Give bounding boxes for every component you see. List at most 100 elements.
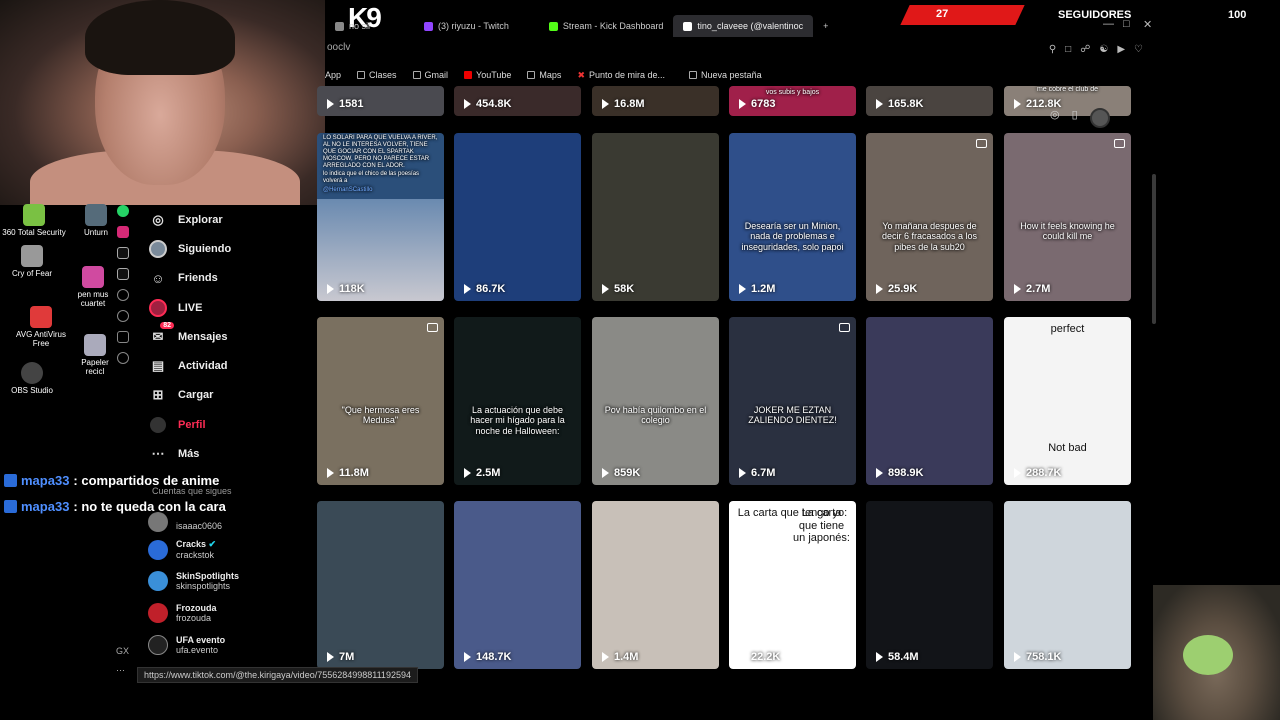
video-card[interactable]: 898.9K	[866, 317, 993, 485]
minimize-button[interactable]: —	[1103, 18, 1114, 30]
play-icon	[739, 284, 746, 294]
video-card[interactable]: How it feels knowing he could kill me 2.7…	[1004, 133, 1131, 301]
user-avatar[interactable]	[1089, 108, 1110, 128]
x-icon[interactable]	[117, 268, 129, 280]
whatsapp-icon[interactable]	[117, 205, 129, 217]
video-card[interactable]: Desearía ser un Minion, nada de problema…	[729, 133, 856, 301]
following-account-0[interactable]: isaaac0606	[148, 512, 222, 532]
send-icon[interactable]: ▶	[1117, 44, 1125, 55]
view-count: 1.2M	[739, 283, 775, 295]
video-card[interactable]: 758.1K	[1004, 501, 1131, 669]
gx-label[interactable]: GX	[116, 646, 129, 656]
nav-actividad[interactable]: ▤ Actividad	[148, 351, 318, 380]
video-card[interactable]: Yo mañana despues de decir 6 fracasados …	[866, 133, 993, 301]
nav-explorar[interactable]: ◎ Explorar	[148, 205, 318, 234]
chat-user: mapa33	[21, 499, 70, 514]
multi-photo-icon	[839, 323, 850, 332]
desktop-label: Papeler recicl	[81, 358, 109, 376]
view-count-text: 2.7M	[1026, 283, 1051, 295]
video-card[interactable]: 148.7K	[454, 501, 581, 669]
maximize-button[interactable]: □	[1123, 18, 1130, 30]
bookmark-maps[interactable]: Maps	[527, 70, 561, 80]
close-button[interactable]: ✕	[1143, 18, 1152, 31]
phone-icon[interactable]: ▯	[1072, 108, 1078, 128]
friends-icon: ☺	[151, 270, 165, 286]
video-card[interactable]: 454.8K	[454, 86, 581, 116]
video-card[interactable]: "Que hermosa eres Medusa" 11.8M	[317, 317, 444, 485]
view-count: 16.8M	[602, 98, 645, 110]
kick-chat-icon	[4, 474, 17, 487]
video-caption: Pov había quilombo en el colegio	[604, 405, 707, 426]
desktop-icon-360[interactable]: 360 Total Security	[2, 204, 66, 238]
pin-icon[interactable]: ⚲	[1049, 44, 1056, 55]
video-card[interactable]: La carta que tengo yo: La carta que tiene…	[729, 501, 856, 669]
nav-perfil[interactable]: Perfil	[148, 410, 318, 439]
screenshot-icon[interactable]: □	[1065, 44, 1071, 55]
webcam-hair	[85, 0, 235, 75]
desktop-icon-obs[interactable]: OBS Studio	[4, 362, 60, 396]
video-card[interactable]: 58K	[592, 133, 719, 301]
video-card[interactable]: JOKER ME EZTAN ZALIENDO DIENTEZ! 6.7M	[729, 317, 856, 485]
avatar	[148, 512, 168, 532]
multi-photo-icon	[427, 323, 438, 332]
desktop-icon-avg[interactable]: AVG AntiVirus Free	[10, 306, 72, 349]
shield-icon[interactable]: ☍	[1080, 44, 1090, 55]
bookmark-youtube[interactable]: YouTube	[464, 70, 511, 80]
heart-icon[interactable]: ♡	[1134, 44, 1143, 55]
compass-small-icon[interactable]: ◎	[1050, 108, 1060, 128]
bookmark-crosshair[interactable]: ✖ Punto de mira de...	[577, 70, 665, 81]
video-card[interactable]: LO SOLARI PARA QUE VUELVA A RIVER, AL NO…	[317, 133, 444, 301]
following-account-1[interactable]: Cracks ✔ crackstok	[148, 539, 216, 560]
video-card[interactable]: perfect Not bad 288.7K	[1004, 317, 1131, 485]
video-card[interactable]: vos subis y bajos 6783	[729, 86, 856, 116]
nav-cargar[interactable]: ⊞ Cargar	[148, 381, 318, 410]
nav-live[interactable]: LIVE	[148, 293, 318, 322]
following-account-4[interactable]: UFA evento ufa.evento	[148, 635, 225, 655]
video-caption: "Que hermosa eres Medusa"	[341, 405, 420, 426]
translate-icon[interactable]: ☯	[1099, 44, 1108, 55]
tab-1[interactable]: (3) riyuzu - Twitch	[414, 15, 519, 37]
view-count-text: 25.9K	[888, 283, 918, 295]
player-icon[interactable]	[117, 289, 129, 301]
bookmark-apps[interactable]: App	[325, 70, 341, 80]
video-card[interactable]: La actuación que debe hacer mi hígado pa…	[454, 317, 581, 485]
tiktok-sidebar-icon[interactable]	[117, 247, 129, 259]
address-bar[interactable]: ooclv ⚲ □ ☍ ☯ ▶ ♡	[325, 42, 1155, 62]
extensions-icon[interactable]	[117, 331, 129, 343]
play-icon	[602, 284, 609, 294]
desktop-icon-unturned[interactable]: Unturn	[80, 204, 112, 238]
view-count-text: 454.8K	[476, 98, 512, 110]
more-options-icon[interactable]: ⋯	[116, 665, 125, 676]
video-card[interactable]: Pov había quilombo en el colegio 859K	[592, 317, 719, 485]
video-card[interactable]: 1.4M	[592, 501, 719, 669]
history-icon[interactable]	[117, 310, 129, 322]
play-icon	[602, 468, 609, 478]
tab-3[interactable]: tino_claveee (@valentinoc	[673, 15, 814, 37]
bookmark-clases[interactable]: Clases	[357, 70, 397, 80]
new-tab-button[interactable]: +	[813, 15, 838, 37]
video-card[interactable]: 58.4M	[866, 501, 993, 669]
nav-mas[interactable]: ⋯ Más	[148, 439, 318, 468]
video-card[interactable]: 86.7K	[454, 133, 581, 301]
video-card[interactable]: 16.8M	[592, 86, 719, 116]
page-scrollbar[interactable]	[1152, 174, 1156, 324]
nav-friends[interactable]: ☺ Friends	[148, 264, 318, 293]
bookmark-new-tab[interactable]: Nueva pestaña	[689, 70, 762, 80]
video-card[interactable]: 1581	[317, 86, 444, 116]
settings-icon[interactable]	[117, 352, 129, 364]
desktop-icon-pen[interactable]: pen mus cuartet	[74, 266, 112, 309]
following-account-3[interactable]: Frozouda frozouda	[148, 603, 217, 623]
nav-mensajes[interactable]: ✉ 82 Mensajes	[148, 321, 318, 351]
following-account-2[interactable]: SkinSpotlights skinspotlights	[148, 571, 239, 591]
desktop-icon-recycle[interactable]: Papeler recicl	[78, 334, 112, 377]
messages-badge: 82	[160, 321, 174, 329]
page-icon	[689, 71, 698, 79]
bookmark-gmail[interactable]: Gmail	[412, 70, 448, 80]
desktop-icon-cry-of-fear[interactable]: Cry of Fear	[2, 245, 62, 279]
tab-0[interactable]: no sil	[325, 15, 380, 37]
instagram-icon[interactable]	[117, 226, 129, 238]
video-card[interactable]: 165.8K	[866, 86, 993, 116]
nav-siguiendo[interactable]: Siguiendo	[148, 234, 318, 263]
tab-2[interactable]: Stream - Kick Dashboard	[539, 15, 674, 37]
video-card[interactable]: 7M	[317, 501, 444, 669]
